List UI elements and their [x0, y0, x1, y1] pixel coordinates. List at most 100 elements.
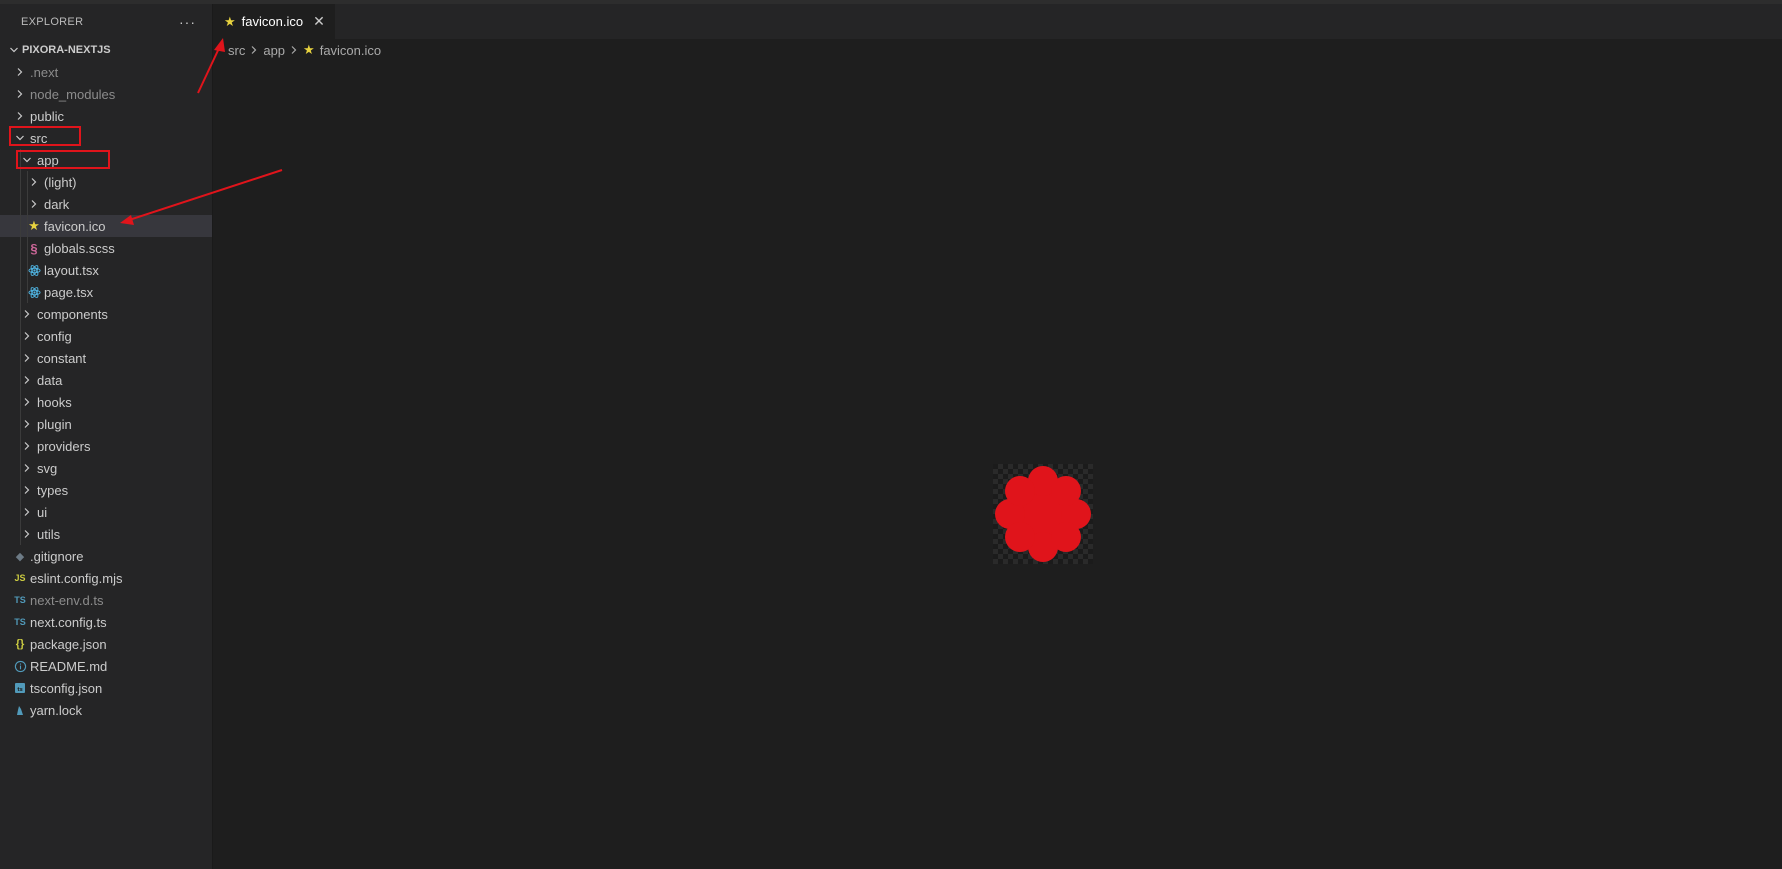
tree-folder-dark[interactable]: dark: [0, 193, 212, 215]
chevron-right-icon: [19, 413, 35, 435]
indent-guide: [20, 237, 21, 259]
tsconfig-icon: ts: [12, 677, 28, 699]
breadcrumb-item-app[interactable]: app: [263, 43, 285, 58]
tree-file-gitignore[interactable]: ◆ .gitignore: [0, 545, 212, 567]
tree-file-favicon-ico[interactable]: ★ favicon.ico: [0, 215, 212, 237]
tree-item-label: hooks: [37, 394, 72, 410]
tree-item-label: (light): [44, 174, 77, 190]
star-icon: ★: [28, 218, 40, 233]
tree-item-label: eslint.config.mjs: [30, 570, 123, 586]
indent-guide: [20, 171, 21, 193]
tree-file-globals-scss[interactable]: § globals.scss: [0, 237, 212, 259]
tree-folder-components[interactable]: components: [0, 303, 212, 325]
tree-folder-data[interactable]: data: [0, 369, 212, 391]
tree-file-next-env-d-ts[interactable]: TS next-env.d.ts: [0, 589, 212, 611]
tree-item-label: yarn.lock: [30, 702, 83, 718]
chevron-down-icon: [19, 149, 35, 171]
star-icon: ★: [303, 42, 315, 57]
indent-guide: [27, 193, 28, 215]
json-icon: {}: [15, 638, 25, 650]
ts-icon: TS: [14, 617, 26, 627]
tab-favicon[interactable]: ★ favicon.ico ✕: [213, 4, 335, 39]
indent-guide: [20, 523, 21, 545]
tree-folder-svg[interactable]: svg: [0, 457, 212, 479]
tree-item-label: data: [37, 372, 63, 388]
explorer-header: EXPLORER ···: [0, 4, 212, 39]
tree-folder-light[interactable]: (light): [0, 171, 212, 193]
tree-folder-hooks[interactable]: hooks: [0, 391, 212, 413]
tree-file-package-json[interactable]: {} package.json: [0, 633, 212, 655]
project-root[interactable]: PIXORA-NEXTJS: [0, 39, 212, 61]
sass-icon: §: [30, 240, 38, 256]
indent-guide: [27, 215, 28, 237]
tree-folder-types[interactable]: types: [0, 479, 212, 501]
tree-item-label: globals.scss: [44, 240, 115, 256]
star-icon: ★: [224, 13, 236, 29]
tree-item-label: components: [37, 306, 108, 322]
tree-folder-ui[interactable]: ui: [0, 501, 212, 523]
tree-folder-providers[interactable]: providers: [0, 435, 212, 457]
indent-guide: [20, 501, 21, 523]
chevron-right-icon: [26, 193, 42, 215]
tree-folder-config[interactable]: config: [0, 325, 212, 347]
chevron-down-icon: [12, 127, 28, 149]
tree-folder-constant[interactable]: constant: [0, 347, 212, 369]
image-preview: [993, 464, 1093, 564]
react-icon: [26, 281, 42, 303]
indent-guide: [20, 479, 21, 501]
indent-guide: [20, 149, 21, 171]
js-icon: JS: [14, 573, 26, 583]
indent-guide: [20, 391, 21, 413]
tree-item-label: .next: [30, 64, 59, 80]
tree-item-label: next-env.d.ts: [30, 592, 104, 608]
tree-folder-public[interactable]: public: [0, 105, 212, 127]
tree-folder-app[interactable]: app: [0, 149, 212, 171]
tree-file-layout-tsx[interactable]: layout.tsx: [0, 259, 212, 281]
tree-item-label: tsconfig.json: [30, 680, 103, 696]
indent-guide: [20, 413, 21, 435]
breadcrumb-item-src[interactable]: src: [228, 43, 245, 58]
indent-guide: [27, 259, 28, 281]
tree-item-label: app: [37, 152, 59, 168]
file-tree: .next node_modulespublic src app (light) dark…: [0, 61, 212, 721]
chevron-right-icon: [289, 45, 299, 55]
breadcrumb-item-file[interactable]: favicon.ico: [320, 43, 381, 58]
tree-item-label: package.json: [30, 636, 107, 652]
ts-icon: TS: [14, 595, 26, 605]
chevron-right-icon: [26, 171, 42, 193]
info-icon: [12, 655, 28, 677]
tree-folder-utils[interactable]: utils: [0, 523, 212, 545]
tree-file-readme-md[interactable]: README.md: [0, 655, 212, 677]
tree-item-label: types: [37, 482, 69, 498]
tree-file-tsconfig-json[interactable]: ts tsconfig.json: [0, 677, 212, 699]
chevron-right-icon: [19, 523, 35, 545]
project-name: PIXORA-NEXTJS: [22, 44, 111, 56]
tree-folder-src[interactable]: src: [0, 127, 212, 149]
tree-item-label: node_modules: [30, 86, 116, 102]
tree-folder-node-modules[interactable]: node_modules: [0, 83, 212, 105]
tree-file-page-tsx[interactable]: page.tsx: [0, 281, 212, 303]
indent-guide: [20, 457, 21, 479]
indent-guide: [20, 215, 21, 237]
tree-item-label: utils: [37, 526, 61, 542]
tree-folder-next[interactable]: .next: [0, 61, 212, 83]
chevron-right-icon: [19, 501, 35, 523]
more-actions-button[interactable]: ···: [179, 14, 196, 30]
chevron-right-icon: [19, 369, 35, 391]
indent-guide: [27, 281, 28, 303]
tree-item-label: README.md: [30, 658, 108, 674]
svg-text:ts: ts: [17, 687, 22, 693]
tree-item-label: providers: [37, 438, 91, 454]
tree-file-yarn-lock[interactable]: yarn.lock: [0, 699, 212, 721]
tree-item-label: ui: [37, 504, 48, 520]
tree-item-label: next.config.ts: [30, 614, 107, 630]
tree-file-next-config-ts[interactable]: TS next.config.ts: [0, 611, 212, 633]
tab-label: favicon.ico: [241, 14, 304, 29]
tree-file-eslint-config-mjs[interactable]: JS eslint.config.mjs: [0, 567, 212, 589]
chevron-right-icon: [19, 479, 35, 501]
close-icon[interactable]: ✕: [313, 13, 325, 30]
editor-area: ★ favicon.ico ✕ src app ★ favicon.ico: [213, 4, 1782, 869]
explorer-sidebar: EXPLORER ··· PIXORA-NEXTJS .next node_mod…: [0, 4, 213, 869]
tree-folder-plugin[interactable]: plugin: [0, 413, 212, 435]
indent-guide: [20, 281, 21, 303]
